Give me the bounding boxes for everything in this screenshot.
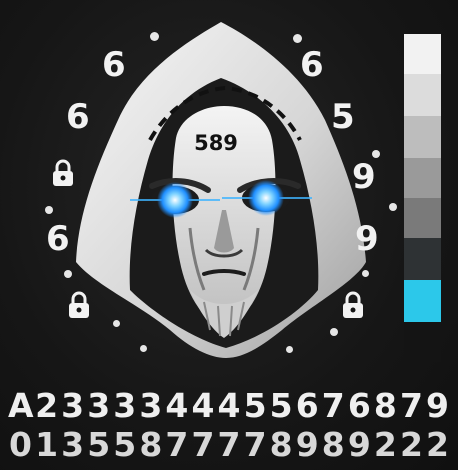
strip-character: 2 xyxy=(373,425,397,464)
palette-swatch xyxy=(404,198,441,238)
left-digit: 6 xyxy=(46,219,70,259)
palette-swatch xyxy=(404,280,441,322)
strip-character: 9 xyxy=(347,425,371,464)
digit-strip-top: A2333344455676879 xyxy=(8,389,450,422)
palette-swatch xyxy=(404,238,441,280)
strip-character: 4 xyxy=(191,386,215,425)
strip-character: 6 xyxy=(295,386,319,425)
strip-character: 7 xyxy=(243,425,267,464)
strip-character: 3 xyxy=(87,386,111,425)
padlock-icon xyxy=(53,159,73,186)
strip-character: 8 xyxy=(321,425,345,464)
strip-character: 3 xyxy=(61,386,85,425)
strip-character: 0 xyxy=(9,425,32,464)
strip-character: 2 xyxy=(35,386,59,425)
digit-strip-bottom: 01355877778989222 xyxy=(8,428,450,461)
strip-character: 5 xyxy=(269,386,293,425)
hooded-figure-artwork: 589 6 6 6 6 5 9 9 A2333344455676879 0135… xyxy=(0,0,458,470)
strip-character: 7 xyxy=(399,386,423,425)
right-digit: 6 xyxy=(300,45,324,85)
padlock-icon xyxy=(69,291,89,318)
strip-character: 5 xyxy=(87,425,111,464)
padlock-icon xyxy=(343,291,363,318)
left-digit: 6 xyxy=(102,45,126,85)
strip-character: 6 xyxy=(347,386,371,425)
right-digit: 5 xyxy=(331,97,355,137)
strip-character: 7 xyxy=(217,425,241,464)
left-digit: 6 xyxy=(66,97,90,137)
strip-character: 7 xyxy=(165,425,189,464)
strip-character: 4 xyxy=(165,386,189,425)
forehead-code: 589 xyxy=(194,131,238,155)
strip-character: 7 xyxy=(191,425,215,464)
strip-character: 5 xyxy=(243,386,267,425)
strip-character: 9 xyxy=(295,425,319,464)
strip-character: 8 xyxy=(269,425,293,464)
palette-swatch xyxy=(404,116,441,158)
strip-character: 1 xyxy=(35,425,59,464)
palette-swatch xyxy=(404,34,441,74)
strip-character: 4 xyxy=(217,386,241,425)
strip-character: 7 xyxy=(321,386,345,425)
right-digit: 9 xyxy=(355,219,379,259)
palette-swatch xyxy=(404,74,441,116)
strip-character: 3 xyxy=(113,386,137,425)
strip-character: 5 xyxy=(113,425,137,464)
strip-character: A xyxy=(8,386,34,425)
palette-swatch xyxy=(404,322,441,362)
strip-character: 3 xyxy=(61,425,85,464)
strip-character: 2 xyxy=(426,425,449,464)
strip-character: 9 xyxy=(426,386,449,425)
palette-swatch xyxy=(404,158,441,198)
right-digit: 9 xyxy=(352,157,376,197)
strip-character: 8 xyxy=(139,425,163,464)
strip-character: 8 xyxy=(373,386,397,425)
strip-character: 2 xyxy=(399,425,423,464)
strip-character: 3 xyxy=(139,386,163,425)
